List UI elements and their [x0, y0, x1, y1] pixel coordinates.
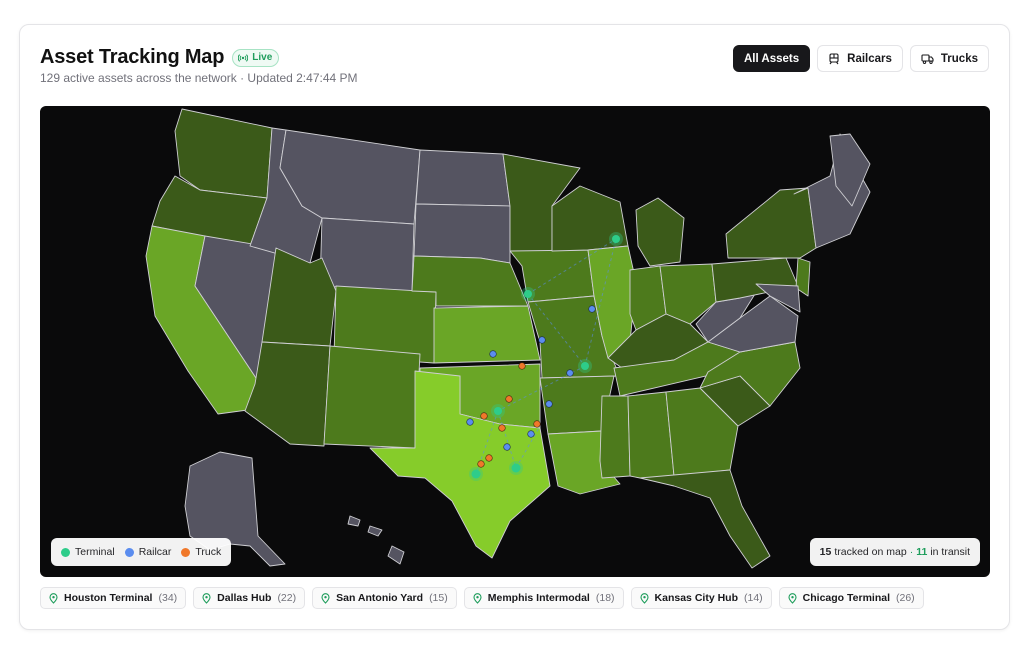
- state-wyoming: [319, 217, 415, 292]
- all-assets-label: All Assets: [743, 52, 800, 65]
- railcars-button[interactable]: Railcars: [817, 45, 903, 72]
- state-new-mexico: [323, 345, 421, 449]
- truck-marker: [480, 412, 488, 420]
- legend-item-terminal: Terminal: [61, 546, 115, 558]
- tracked-label: tracked on map: [834, 546, 907, 558]
- truck-marker: [477, 460, 485, 468]
- state-hawaii: [347, 515, 405, 565]
- truck-marker: [533, 420, 541, 428]
- truck-icon: [921, 53, 934, 64]
- transit-label: in transit: [930, 546, 970, 558]
- truck-marker: [518, 362, 526, 370]
- us-asset-map[interactable]: Terminal Railcar Truck 15 tracked on map…: [40, 106, 990, 577]
- transit-count: 11: [916, 546, 928, 558]
- hub-chip-dallas[interactable]: Dallas Hub (22): [193, 587, 306, 609]
- hub-count: (26): [896, 592, 915, 604]
- terminal-dot: [61, 547, 70, 557]
- state-kansas: [433, 305, 541, 364]
- hub-name: San Antonio Yard: [336, 592, 424, 604]
- state-new-york: [725, 187, 817, 259]
- live-badge: Live: [232, 48, 280, 67]
- truck-marker: [485, 454, 493, 462]
- map-pin-icon: [321, 592, 330, 604]
- hub-name: Chicago Terminal: [802, 592, 890, 604]
- title-row: Asset Tracking Map Live: [40, 46, 280, 69]
- hub-chip-chicago[interactable]: Chicago Terminal (26): [778, 587, 924, 609]
- railcar-marker: [466, 418, 474, 426]
- hub-count: (18): [595, 592, 615, 604]
- railcar-marker: [566, 369, 574, 377]
- legend-item-truck: Truck: [181, 546, 221, 558]
- hub-list: Houston Terminal (34) Dallas Hub (22) Sa…: [40, 587, 924, 609]
- hub-chip-houston[interactable]: Houston Terminal (34): [40, 587, 187, 609]
- state-florida: [639, 469, 771, 569]
- railcars-label: Railcars: [847, 52, 892, 65]
- subtitle: 129 active assets across the network · U…: [40, 71, 358, 85]
- hub-chip-memphis[interactable]: Memphis Intermodal (18): [463, 587, 624, 609]
- live-label: Live: [252, 52, 273, 63]
- hub-count: (15): [429, 592, 448, 604]
- hub-name: Memphis Intermodal: [487, 592, 590, 604]
- state-north-dakota: [415, 149, 511, 207]
- map-pin-icon: [639, 592, 649, 604]
- asset-tracking-card: Asset Tracking Map Live 129 active asset…: [19, 24, 1010, 630]
- map-legend: Terminal Railcar Truck: [51, 538, 232, 566]
- tracked-count: 15: [819, 546, 832, 558]
- map-status: 15 tracked on map · 11 in transit: [809, 538, 980, 566]
- status-separator: ·: [909, 546, 914, 558]
- railcar-marker: [527, 430, 535, 438]
- hub-name: Kansas City Hub: [654, 592, 738, 604]
- legend-label: Terminal: [75, 546, 115, 558]
- trucks-button[interactable]: Trucks: [909, 45, 989, 72]
- state-mississippi: [599, 395, 631, 479]
- railcar-marker: [538, 336, 546, 344]
- hub-count: (34): [158, 592, 178, 604]
- asset-filter-group: All Assets Railcars Trucks: [732, 45, 989, 72]
- map-pin-icon: [202, 592, 211, 604]
- railcar-marker: [503, 443, 511, 451]
- hub-count: (14): [743, 592, 763, 604]
- hub-count: (22): [277, 592, 297, 604]
- railcar-dot: [124, 547, 134, 557]
- map-pin-icon: [473, 592, 482, 604]
- state-south-dakota: [413, 203, 511, 264]
- railcar-marker: [489, 350, 497, 358]
- page-title: Asset Tracking Map: [40, 46, 225, 68]
- railcar-marker: [588, 305, 596, 313]
- truck-dot: [181, 547, 191, 557]
- map-pin-icon: [49, 592, 58, 604]
- legend-item-railcar: Railcar: [124, 546, 172, 558]
- us-states-map: [145, 108, 871, 569]
- legend-label: Truck: [195, 546, 222, 558]
- hub-chip-kansas-city[interactable]: Kansas City Hub (14): [630, 587, 772, 609]
- trucks-label: Trucks: [940, 52, 978, 65]
- truck-marker: [498, 424, 506, 432]
- train-icon: [829, 52, 839, 64]
- legend-label: Railcar: [138, 546, 172, 558]
- state-michigan: [635, 197, 685, 267]
- hub-chip-san-antonio[interactable]: San Antonio Yard (15): [312, 587, 457, 609]
- railcar-marker: [545, 400, 553, 408]
- all-assets-button[interactable]: All Assets: [732, 45, 811, 72]
- map-pin-icon: [788, 592, 797, 604]
- hub-name: Houston Terminal: [64, 592, 153, 604]
- truck-marker: [505, 395, 513, 403]
- hub-name: Dallas Hub: [217, 592, 272, 604]
- broadcast-icon: [238, 53, 249, 62]
